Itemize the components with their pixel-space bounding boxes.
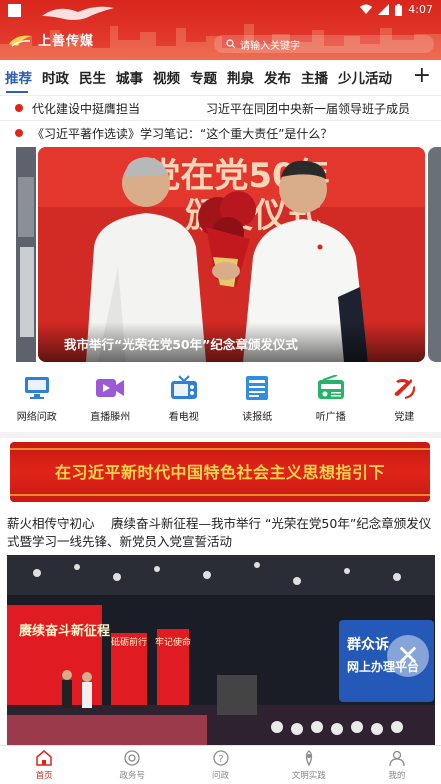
quick-link-1[interactable]: 直播滕州 xyxy=(74,374,148,430)
tab-4[interactable]: 视频 xyxy=(148,67,185,87)
party-emblem-icon xyxy=(389,374,419,402)
government-icon xyxy=(123,749,141,767)
carousel-caption: 我市举行“光荣在党50年”纪念章颁发仪式 xyxy=(38,322,425,362)
tab-7[interactable]: 发布 xyxy=(259,67,296,87)
wifi-icon xyxy=(360,4,373,14)
search-input[interactable]: 请输入关键字 xyxy=(214,35,434,53)
ticker-text-right: 习近平在同团中央新一届领导班子成员 xyxy=(206,102,411,116)
logo-text: 上善传媒 xyxy=(38,34,95,49)
tv-icon xyxy=(169,374,199,402)
headline-ticker-2[interactable]: 《习近平著作选读》学习笔记：“这个重大责任”是什么？ xyxy=(0,120,441,144)
side-slide-photo xyxy=(16,147,36,362)
active-tab-indicator xyxy=(6,91,28,93)
tab-5[interactable]: 专题 xyxy=(185,67,222,87)
theme-banner[interactable]: 在习近平新时代中国特色社会主义思想指引下 xyxy=(10,442,430,502)
quick-link-label: 读报纸 xyxy=(242,412,273,423)
user-icon xyxy=(388,749,406,767)
quick-link-label: 党建 xyxy=(394,412,415,423)
ticker-text-left: 《习近平著作选读》学习笔记：“这个重大责任”是什么？ xyxy=(32,127,333,141)
red-dot-icon xyxy=(15,129,23,137)
banner-bottom-stripe xyxy=(10,494,430,496)
monitor-icon xyxy=(22,374,52,402)
quick-link-3[interactable]: 读报纸 xyxy=(221,374,295,430)
status-icons: 4:07 xyxy=(360,3,433,16)
quick-link-label: 网络问政 xyxy=(16,412,57,423)
nav-label: 首页 xyxy=(35,771,53,781)
svg-text:赓续奋斗新征程: 赓续奋斗新征程 xyxy=(19,623,110,639)
ticker-text-left: 代化建设中挺膺担当 xyxy=(32,102,141,116)
tab-1[interactable]: 时政 xyxy=(37,67,74,87)
svg-text:?: ? xyxy=(218,754,223,765)
quick-link-label: 看电视 xyxy=(168,412,199,423)
section-divider xyxy=(0,432,441,438)
stage-panel-2: 牢记使命 xyxy=(155,636,191,648)
battery-icon xyxy=(395,3,403,16)
nav-label: 文明实践 xyxy=(291,771,326,781)
carousel-prev-slide[interactable] xyxy=(16,147,36,362)
signal-icon xyxy=(378,4,390,15)
nav-label: 政务号 xyxy=(119,771,146,781)
status-bar: 4:07 xyxy=(0,0,441,20)
tab-2[interactable]: 民生 xyxy=(74,67,111,87)
status-time: 4:07 xyxy=(408,3,433,16)
app-logo[interactable]: 上善传媒 xyxy=(8,30,94,49)
newspaper-icon xyxy=(242,374,272,402)
nav-label: 问政 xyxy=(212,771,230,781)
nav-civilization[interactable]: 文明实践 xyxy=(265,746,353,784)
quick-link-5[interactable]: 党建 xyxy=(368,374,441,430)
app-header: 4:07 上善传媒 请输入关键字 xyxy=(0,0,441,60)
video-camera-icon xyxy=(95,374,125,402)
tab-6[interactable]: 荆泉 xyxy=(222,67,259,87)
tab-0[interactable]: 推荐 xyxy=(0,67,37,87)
nav-label: 我的 xyxy=(388,771,406,781)
banner-text: 在习近平新时代中国特色社会主义思想指引下 xyxy=(54,463,385,482)
add-channel-button[interactable]: + xyxy=(413,63,431,89)
headline-ticker-1[interactable]: 代化建设中挺膺担当 习近平在同团中央新一届领导班子成员 xyxy=(0,95,441,119)
carousel-active-slide[interactable]: 党在党50年 颁发仪式 xyxy=(38,147,425,362)
search-icon xyxy=(226,39,236,49)
nav-user[interactable]: 我的 xyxy=(353,746,441,784)
close-badge-icon[interactable]: ✕ xyxy=(387,635,429,677)
home-icon xyxy=(35,749,53,767)
carousel-next-slide[interactable] xyxy=(428,147,441,362)
app-root: 4:07 上善传媒 请输入关键字 推荐 时政 民生 城事 视频 专题 荆泉 发布 主播 少儿活动 … xyxy=(0,0,441,784)
nav-government[interactable]: 政务号 xyxy=(88,746,176,784)
nav-question[interactable]: ? 问政 xyxy=(176,746,264,784)
logo-swoosh-icon xyxy=(9,35,32,47)
stage-panel-1: 砥砺前行 xyxy=(111,636,147,648)
news-photo[interactable]: 赓续奋斗新征程 砥砺前行 牢记使命 群众诉 网上办理平台 ✕ xyxy=(7,555,435,745)
quick-link-label: 直播滕州 xyxy=(90,412,131,423)
bottom-navigation: 首页 政务号? 问政 文明实践 我的 xyxy=(0,745,441,784)
search-placeholder: 请输入关键字 xyxy=(240,40,300,52)
banner-top-stripe xyxy=(10,448,430,450)
civilization-icon xyxy=(300,749,318,767)
tab-9[interactable]: 少儿活动 xyxy=(333,67,397,87)
hero-carousel[interactable]: 党在党50年 颁发仪式 xyxy=(0,147,441,363)
quick-link-2[interactable]: 看电视 xyxy=(147,374,221,430)
news-headline[interactable]: 薪火相传守初心 赓续奋斗新征程—我市举行 “光荣在党50年”纪念章颁发仪式暨学习… xyxy=(7,515,435,551)
notification-square-icon xyxy=(8,4,21,17)
tab-3[interactable]: 城事 xyxy=(111,67,148,87)
radio-icon xyxy=(316,374,346,402)
quick-link-label: 听广播 xyxy=(315,412,346,423)
nav-home[interactable]: 首页 xyxy=(0,746,88,784)
category-tab-bar: 推荐 时政 民生 城事 视频 专题 荆泉 发布 主播 少儿活动 xyxy=(0,62,441,92)
quick-link-0[interactable]: 网络问政 xyxy=(0,374,74,430)
question-icon: ? xyxy=(212,749,230,767)
tab-8[interactable]: 主播 xyxy=(296,67,333,87)
quick-link-4[interactable]: 听广播 xyxy=(294,374,368,430)
red-dot-icon xyxy=(15,104,23,112)
quick-link-grid: 网络问政 直播滕州 看电视 读报纸 听广播 党建 xyxy=(0,374,441,430)
